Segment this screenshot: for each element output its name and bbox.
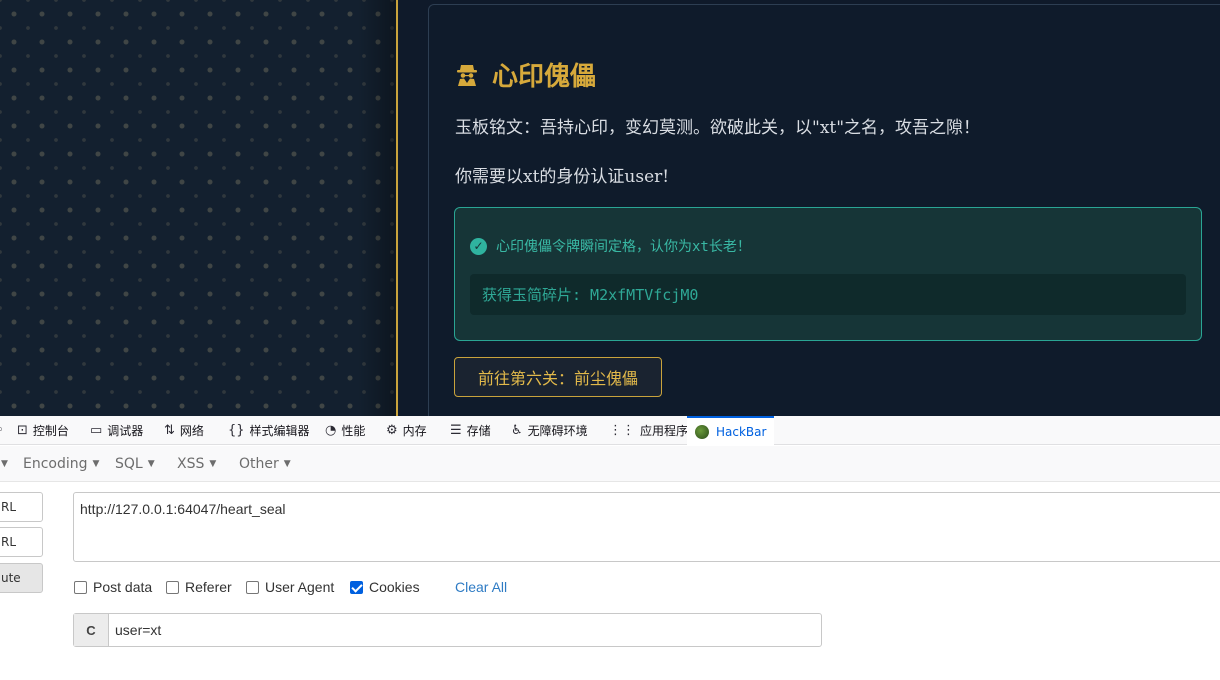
menu-xss[interactable]: XSS ▼ (177, 446, 216, 482)
cookies-label: Cookies (369, 579, 420, 595)
menu-other[interactable]: Other ▼ (239, 446, 291, 482)
tab-console[interactable]: ⊡ 控制台 (17, 416, 69, 444)
success-message: 心印傀儡令牌瞬间定格，认你为xt长老！ (496, 239, 751, 255)
referer-checkbox[interactable] (166, 580, 179, 594)
performance-icon: ◔ (325, 422, 337, 438)
tab-accessibility-label: 无障碍环境 (527, 423, 588, 438)
decorative-side-panel (0, 0, 398, 416)
load-url-button[interactable]: RL (0, 492, 43, 522)
hackbar-menu: ▼ Encoding ▼ SQL ▼ XSS ▼ Other ▼ (0, 446, 1220, 482)
debugger-icon: ▭ (90, 422, 103, 438)
tab-performance[interactable]: ◔ 性能 (325, 416, 365, 444)
user-agent-label: User Agent (265, 579, 335, 595)
style-editor-icon: {} (228, 422, 245, 438)
cookies-checkbox[interactable] (350, 580, 363, 594)
tab-network[interactable]: ⇅ 网络 (164, 416, 204, 444)
user-agent-checkbox[interactable] (246, 580, 259, 594)
accessibility-icon: ♿ (511, 422, 523, 438)
tab-application[interactable]: ⋮⋮ 应用程序 (609, 416, 688, 444)
fragment-text: 获得玉简碎片: M2xfMTVfcjM0 (482, 286, 699, 304)
tab-memory-label: 内存 (402, 423, 427, 438)
url-input[interactable]: http://127.0.0.1:64047/heart_seal (73, 492, 1220, 562)
tab-debugger[interactable]: ▭ 调试器 (90, 416, 143, 444)
storage-icon: ☰ (450, 422, 462, 438)
post-data-label: Post data (93, 579, 153, 595)
split-url-button[interactable]: RL (0, 527, 43, 557)
tab-partial[interactable]: ◦ (0, 416, 9, 444)
page-title-row: 心印傀儡 (454, 56, 596, 92)
next-level-button[interactable]: 前往第六关：前尘傀儡 (454, 357, 662, 397)
tab-style-editor[interactable]: {} 样式编辑器 (228, 416, 310, 444)
cookie-label: C (74, 614, 109, 646)
tab-network-label: 网络 (179, 423, 204, 438)
cookie-row: C (73, 613, 822, 647)
success-message-row: ✓ 心印傀儡令牌瞬间定格，认你为xt长老！ (470, 236, 751, 256)
clear-all-link[interactable]: Clear All (455, 579, 507, 595)
menu-encoding-label: Encoding (23, 456, 88, 472)
tab-partial-icon: ◦ (0, 423, 4, 438)
option-user-agent[interactable]: User Agent (246, 579, 334, 595)
menu-sql[interactable]: SQL ▼ (115, 446, 155, 482)
chevron-down-icon: ▼ (147, 459, 155, 469)
spy-icon (457, 65, 477, 86)
memory-icon: ⚙ (386, 422, 398, 438)
fragment-box: 获得玉简碎片: M2xfMTVfcjM0 (470, 274, 1186, 315)
page-title: 心印傀儡 (492, 61, 597, 92)
tab-performance-label: 性能 (341, 423, 366, 438)
hackbar-icon (695, 424, 709, 439)
option-referer[interactable]: Referer (166, 579, 232, 595)
menu-sql-label: SQL (115, 456, 143, 472)
devtools-toolbar: ◦ ⊡ 控制台 ▭ 调试器 ⇅ 网络 {} 样式编辑器 ◔ 性能 ⚙ 内存 ☰ … (0, 416, 1220, 445)
post-data-checkbox[interactable] (74, 580, 87, 594)
application-icon: ⋮⋮ (609, 422, 635, 438)
tab-memory[interactable]: ⚙ 内存 (386, 416, 427, 444)
chevron-down-icon: ▼ (209, 459, 217, 469)
tab-console-label: 控制台 (32, 423, 69, 438)
network-icon: ⇅ (164, 422, 175, 438)
chevron-down-icon: ▼ (92, 459, 100, 469)
execute-button[interactable]: ute (0, 563, 43, 593)
page-viewport: 心印傀儡 玉板铭文：吾持心印，变幻莫测。欲破此关，以"xt"之名，攻吾之隙！ 你… (0, 0, 1220, 416)
inscription-text: 玉板铭文：吾持心印，变幻莫测。欲破此关，以"xt"之名，攻吾之隙！ (455, 118, 981, 138)
tab-storage[interactable]: ☰ 存储 (450, 416, 491, 444)
cookie-input[interactable] (109, 614, 821, 646)
auth-requirement-text: 你需要以xt的身份认证user! (455, 167, 670, 187)
check-circle-icon: ✓ (470, 237, 487, 255)
tab-hackbar-label: HackBar (716, 424, 767, 439)
tab-storage-label: 存储 (466, 423, 491, 438)
tab-hackbar[interactable]: HackBar (687, 416, 775, 445)
tab-accessibility[interactable]: ♿ 无障碍环境 (511, 416, 588, 444)
chevron-down-icon: ▼ (283, 459, 291, 469)
menu-partial[interactable]: ▼ (0, 446, 8, 482)
referer-label: Referer (185, 579, 232, 595)
menu-other-label: Other (239, 456, 279, 472)
tab-debugger-label: 调试器 (107, 423, 144, 438)
option-post-data[interactable]: Post data (74, 579, 152, 595)
tab-application-label: 应用程序 (640, 423, 689, 438)
tab-style-editor-label: 样式编辑器 (249, 423, 310, 438)
menu-xss-label: XSS (177, 456, 205, 472)
chevron-down-icon: ▼ (1, 459, 8, 469)
menu-encoding[interactable]: Encoding ▼ (23, 446, 99, 482)
option-cookies[interactable]: Cookies (350, 579, 420, 595)
console-icon: ⊡ (17, 422, 28, 438)
